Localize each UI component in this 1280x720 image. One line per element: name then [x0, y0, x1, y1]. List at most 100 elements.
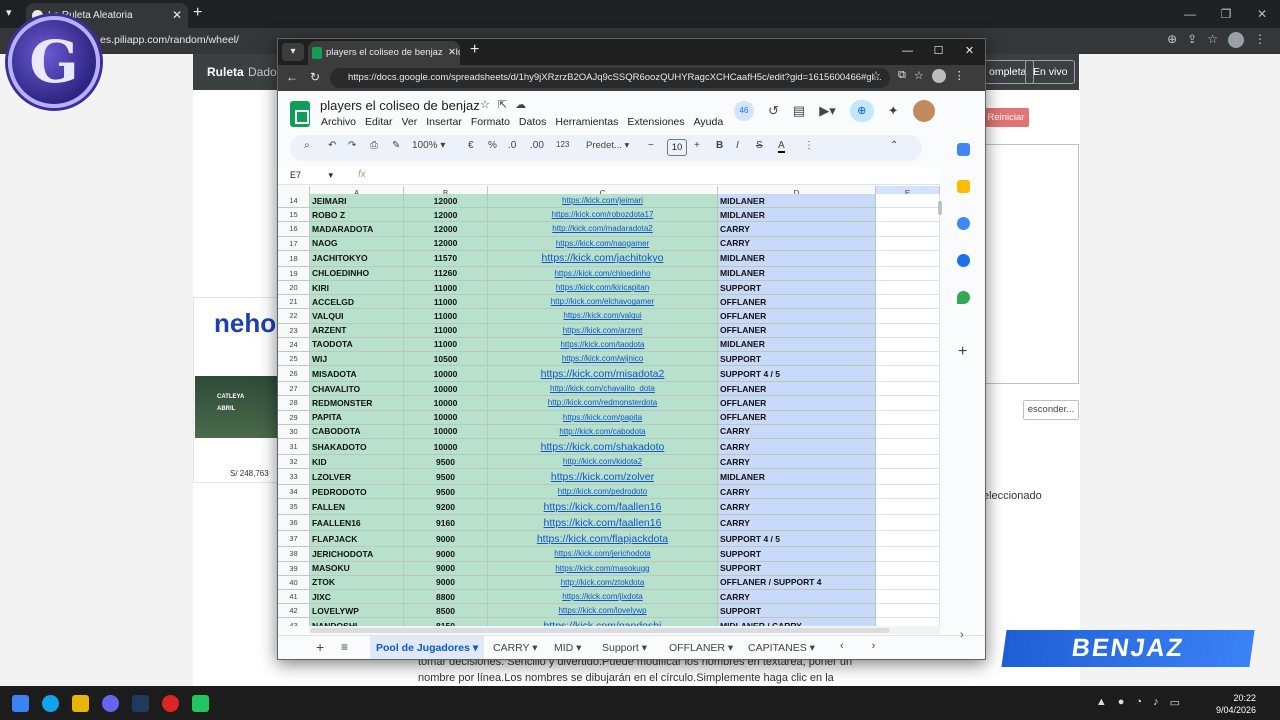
- cell-kick-link[interactable]: http://kick.com/elchavogamer: [488, 295, 718, 310]
- cell-empty[interactable]: [876, 590, 940, 605]
- url-field[interactable]: https://docs.google.com/spreadsheets/d/1…: [330, 68, 890, 88]
- cell-kick-link[interactable]: https://kick.com/flapjackdota: [488, 531, 718, 548]
- sheets-logo-icon[interactable]: [290, 101, 310, 127]
- sheet-tab-carry[interactable]: CARRY ▾: [487, 636, 544, 659]
- cell-kick-link[interactable]: https://kick.com/valqui: [488, 309, 718, 324]
- cell-player-name[interactable]: ARZENT: [310, 323, 404, 338]
- user-avatar[interactable]: [912, 100, 935, 122]
- cell-empty[interactable]: [876, 469, 940, 486]
- menu-ver[interactable]: Ver: [401, 116, 417, 128]
- cell-player-name[interactable]: CABODOTA: [310, 424, 404, 439]
- keep-icon[interactable]: [957, 180, 970, 193]
- battery-icon[interactable]: ▭: [1170, 696, 1180, 709]
- cell-mmr[interactable]: 12000: [404, 236, 488, 251]
- collaborators-badge[interactable]: 46: [734, 101, 754, 121]
- cell-role[interactable]: MIDLANER / CARRY: [718, 618, 876, 626]
- bookmark-star-icon[interactable]: ☆: [871, 69, 881, 82]
- cell-empty[interactable]: [876, 439, 940, 455]
- cell-role[interactable]: MIDLANER: [718, 469, 876, 486]
- advertisement[interactable]: neho CATLEYA ABRIL S/ 248,763: [193, 297, 279, 483]
- cell-role[interactable]: OFFLANER: [718, 396, 876, 411]
- cell-role[interactable]: CARRY: [718, 439, 876, 455]
- menu-formato[interactable]: Formato: [471, 116, 510, 128]
- cell-empty[interactable]: [876, 531, 940, 548]
- menu-archivo[interactable]: Archivo: [321, 116, 356, 128]
- font-select[interactable]: Predet... ▾: [586, 140, 629, 151]
- cell-empty[interactable]: [876, 366, 940, 383]
- cell-player-name[interactable]: VALQUI: [310, 309, 404, 324]
- cell-mmr[interactable]: 9160: [404, 515, 488, 532]
- cell-mmr[interactable]: 12000: [404, 194, 488, 209]
- wifi-icon[interactable]: ◔: [1135, 696, 1142, 709]
- cell-kick-link[interactable]: https://kick.com/naogamer: [488, 236, 718, 251]
- cell-empty[interactable]: [876, 281, 940, 296]
- cell-player-name[interactable]: ZTOK: [310, 575, 404, 590]
- cell-player-name[interactable]: JERICHODOTA: [310, 547, 404, 562]
- cell-kick-link[interactable]: https://kick.com/zolver: [488, 469, 718, 486]
- cell-empty[interactable]: [876, 236, 940, 251]
- maximize-button[interactable]: ❐: [1208, 0, 1244, 28]
- cell-role[interactable]: OFFLANER: [718, 323, 876, 338]
- extensions-icon[interactable]: ⊕: [1167, 32, 1177, 48]
- sheet-tab-capitanes[interactable]: CAPITANES ▾: [742, 636, 821, 659]
- cell-mmr[interactable]: 9200: [404, 499, 488, 516]
- cell-role[interactable]: CARRY: [718, 455, 876, 470]
- cell-kick-link[interactable]: http://kick.com/kidota2: [488, 455, 718, 470]
- cell-mmr[interactable]: 12000: [404, 208, 488, 223]
- more-icon[interactable]: ⋮: [954, 69, 965, 83]
- cell-kick-link[interactable]: https://kick.com/faallen16: [488, 499, 718, 516]
- cell-kick-link[interactable]: https://kick.com/taodota: [488, 337, 718, 352]
- contacts-icon[interactable]: [957, 254, 970, 267]
- bold-button[interactable]: B: [716, 140, 723, 151]
- cell-role[interactable]: OFFLANER: [718, 410, 876, 425]
- cell-player-name[interactable]: NAOG: [310, 236, 404, 251]
- spreadsheet-grid[interactable]: A B C D E 14JEIMARI12000https://kick.com…: [278, 186, 940, 626]
- bookmark-icon[interactable]: ☆: [1207, 32, 1218, 48]
- minimize-button[interactable]: —: [892, 39, 923, 63]
- cell-player-name[interactable]: PEDRODOTO: [310, 485, 404, 500]
- cell-player-name[interactable]: NANDOSHI: [310, 618, 404, 626]
- cell-role[interactable]: MIDLANER: [718, 194, 876, 209]
- redo-icon[interactable]: ↷: [348, 140, 356, 151]
- cell-empty[interactable]: [876, 323, 940, 338]
- percent-format-button[interactable]: %: [488, 140, 497, 151]
- sheet-tab-support[interactable]: Support ▾: [596, 636, 653, 659]
- cell-mmr[interactable]: 9500: [404, 485, 488, 500]
- cell-empty[interactable]: [876, 208, 940, 223]
- cell-empty[interactable]: [876, 455, 940, 470]
- meet-icon[interactable]: ▶▾: [819, 103, 836, 119]
- cell-mmr[interactable]: 10000: [404, 396, 488, 411]
- minimize-button[interactable]: —: [1172, 0, 1208, 28]
- cell-mmr[interactable]: 9000: [404, 547, 488, 562]
- cell-kick-link[interactable]: https://kick.com/jachitokyo: [488, 250, 718, 267]
- cell-kick-link[interactable]: https://kick.com/arzent: [488, 323, 718, 338]
- cell-mmr[interactable]: 11000: [404, 281, 488, 296]
- cell-player-name[interactable]: FLAPJACK: [310, 531, 404, 548]
- names-textarea[interactable]: [983, 144, 1079, 384]
- cell-kick-link[interactable]: https://kick.com/faallen16: [488, 515, 718, 532]
- cell-mmr[interactable]: 9500: [404, 455, 488, 470]
- cell-mmr[interactable]: 11260: [404, 266, 488, 281]
- edge-icon[interactable]: [42, 695, 59, 712]
- cell-empty[interactable]: [876, 547, 940, 562]
- cell-kick-link[interactable]: https://kick.com/jixdota: [488, 590, 718, 605]
- font-size-input[interactable]: 10: [667, 139, 687, 156]
- cell-mmr[interactable]: 8150: [404, 618, 488, 626]
- cell-role[interactable]: CARRY: [718, 424, 876, 439]
- cell-empty[interactable]: [876, 295, 940, 310]
- cell-role[interactable]: SUPPORT: [718, 281, 876, 296]
- name-box[interactable]: E7 ▾: [290, 170, 333, 181]
- cell-empty[interactable]: [876, 410, 940, 425]
- cell-kick-link[interactable]: https://kick.com/jerichodota: [488, 547, 718, 562]
- tray-app-icon[interactable]: ●: [1118, 696, 1125, 709]
- cell-role[interactable]: SUPPORT: [718, 604, 876, 619]
- horizontal-scroll-thumb[interactable]: [310, 628, 890, 633]
- cell-mmr[interactable]: 10000: [404, 410, 488, 425]
- cell-kick-link[interactable]: https://kick.com/lovelywp: [488, 604, 718, 619]
- cell-role[interactable]: OFFLANER: [718, 309, 876, 324]
- sheet-tab-offlaner[interactable]: OFFLANER ▾: [663, 636, 739, 659]
- cell-empty[interactable]: [876, 396, 940, 411]
- maximize-button[interactable]: ☐: [923, 39, 954, 63]
- cell-role[interactable]: OFFLANER: [718, 382, 876, 397]
- currency-format-button[interactable]: €: [468, 140, 474, 151]
